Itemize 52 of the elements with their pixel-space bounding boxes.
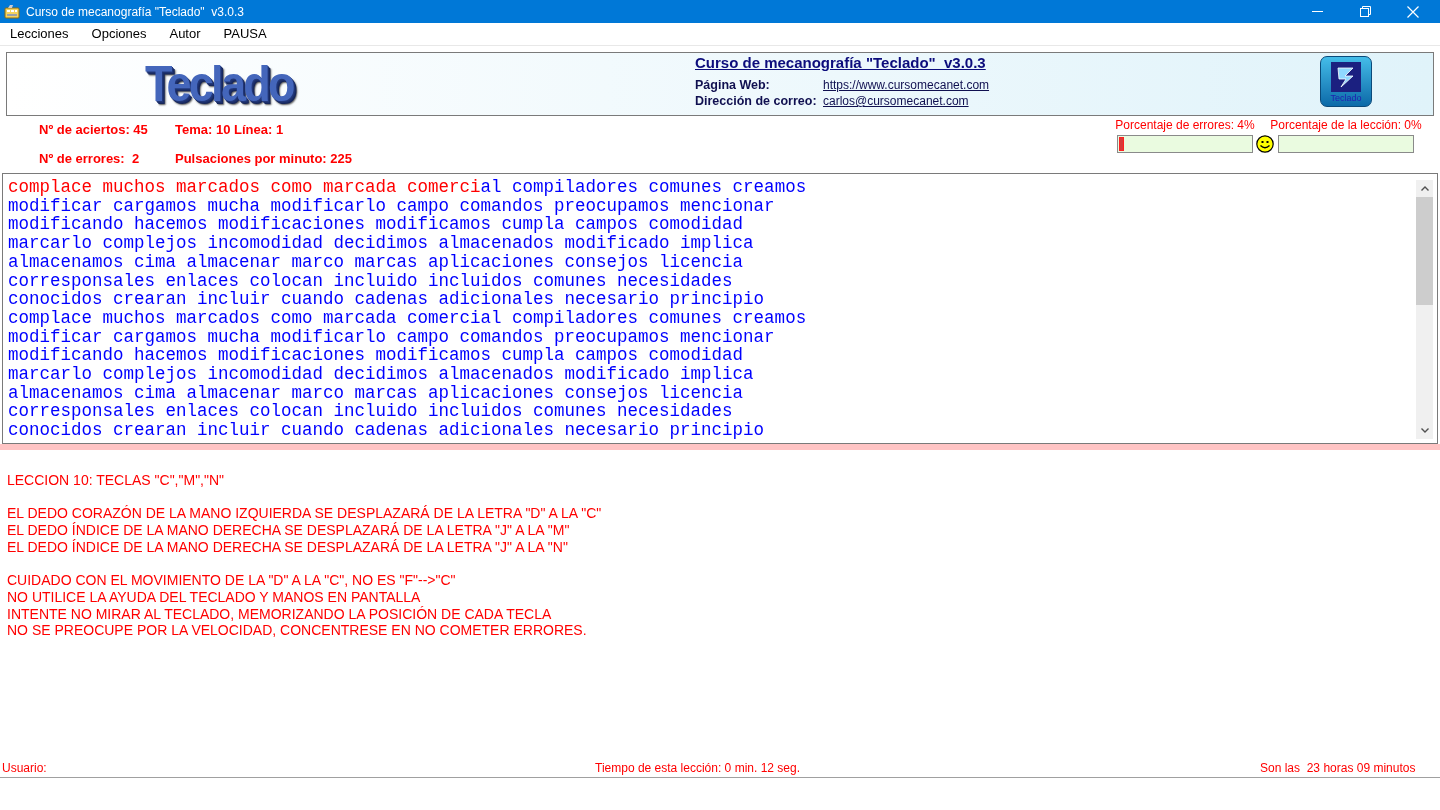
status-text: Tiempo de esta lección: 0 min. 12 seg. [595, 760, 800, 775]
exercise-line: complace muchos marcados como marcada comercial compiladores comunes creamos [8, 178, 807, 197]
meter-label: Porcentaje de errores: 4% [1115, 118, 1255, 132]
close-icon [1407, 5, 1419, 18]
logo-text: Teclado [145, 59, 293, 109]
instruction-line: NO UTILICE LA AYUDA DEL TECLADO Y MANOS EN PANTALLA [7, 588, 421, 606]
exercise-line: conocidos crearan incluir cuando cadenas adicionales necesario principio [8, 421, 765, 440]
zigzag-icon [1331, 62, 1361, 92]
meter-label: Porcentaje de la lección: 0% [1270, 118, 1422, 132]
window-title: Curso de mecanografía "Teclado" v3.0.3 [26, 3, 244, 21]
exercise-line: almacenamos cima almacenar marco marcas aplicaciones consejos licencia [8, 383, 744, 403]
exercise-line: complace muchos marcados como marcada comercial compiladores comunes creamos [8, 308, 807, 328]
caret-down-icon [1420, 428, 1429, 433]
restore-icon [1359, 6, 1371, 17]
exercise-line: almacenamos cima almacenar marco marcas aplicaciones consejos licencia [8, 252, 744, 272]
exercise-line: modificar cargamos mucha modificarlo campo comandos preocupamos mencionar [8, 196, 775, 216]
link[interactable]: carlos@cursomecanet.com [823, 93, 969, 109]
instruction-line: LECCION 10: TECLAS "C","M","N" [7, 472, 225, 489]
instruction-line: EL DEDO ÍNDICE DE LA MANO DERECHA SE DESPLAZARÁ DE LA LETRA "J" A LA "N" [7, 538, 568, 556]
stat-text: Nº de aciertos: 45 [39, 121, 149, 139]
menu-item[interactable]: PAUSA [223, 25, 267, 43]
header-title: Curso de mecanografía "Teclado" v3.0.3 [695, 55, 986, 71]
status-text: Son las 23 horas 09 minutos [1260, 760, 1416, 775]
link[interactable]: https://www.cursomecanet.com [823, 77, 990, 93]
smiley-icon [1256, 135, 1274, 153]
exercise-line: conocidos crearan incluir cuando cadenas adicionales necesario principio [8, 290, 765, 309]
caret-up-icon [1420, 186, 1429, 191]
exercise-line: modificando hacemos modificaciones modificamos cumpla campos comodidad [8, 215, 744, 235]
field-label: Dirección de correo: [695, 93, 818, 109]
stat-text: Pulsaciones por minuto: 225 [175, 150, 352, 168]
instruction-line: EL DEDO CORAZÓN DE LA MANO IZQUIERDA SE DESPLAZARÁ DE LA LETRA "D" A LA "C" [7, 505, 602, 522]
menu-item[interactable]: Opciones [91, 25, 147, 43]
menu-item[interactable]: Lecciones [10, 25, 69, 43]
stat-text: Tema: 10 Línea: 1 [175, 121, 285, 139]
minimize-icon [1311, 11, 1323, 12]
exercise-line: modificar cargamos mucha modificarlo campo comandos preocupamos mencionar [8, 327, 775, 347]
scroll-thumb[interactable] [1416, 197, 1433, 305]
exercise-line: corresponsales enlaces colocan incluido incluidos comunes necesidades [8, 271, 733, 291]
exercise-line: modificando hacemos modificaciones modificamos cumpla campos comodidad [8, 346, 744, 366]
app-icon [4, 3, 20, 20]
status-text: Usuario: [2, 760, 47, 775]
badge-label: Teclado [1330, 93, 1362, 103]
field-label: Página Web: [695, 77, 771, 93]
exercise-line: marcarlo complejos incomodidad decidimos almacenados modificado implica [8, 234, 754, 253]
instruction-line: EL DEDO ÍNDICE DE LA MANO DERECHA SE DESPLAZARÁ DE LA LETRA "J" A LA "M" [7, 522, 570, 539]
instruction-line: NO SE PREOCUPE POR LA VELOCIDAD, CONCENTRESE EN NO COMETER ERRORES. [7, 622, 587, 639]
exercise-line: marcarlo complejos incomodidad decidimos almacenados modificado implica [8, 365, 754, 384]
instruction-line: INTENTE NO MIRAR AL TECLADO, MEMORIZANDO LA POSICIÓN DE CADA TECLA [7, 605, 552, 623]
exercise-line: corresponsales enlaces colocan incluido incluidos comunes necesidades [8, 402, 733, 422]
stat-text: Nº de errores: 2 [39, 150, 141, 168]
instruction-line: CUIDADO CON EL MOVIMIENTO DE LA "D" A LA "C", NO ES "F"-->"C" [7, 572, 456, 589]
menu-item[interactable]: Autor [169, 25, 201, 43]
